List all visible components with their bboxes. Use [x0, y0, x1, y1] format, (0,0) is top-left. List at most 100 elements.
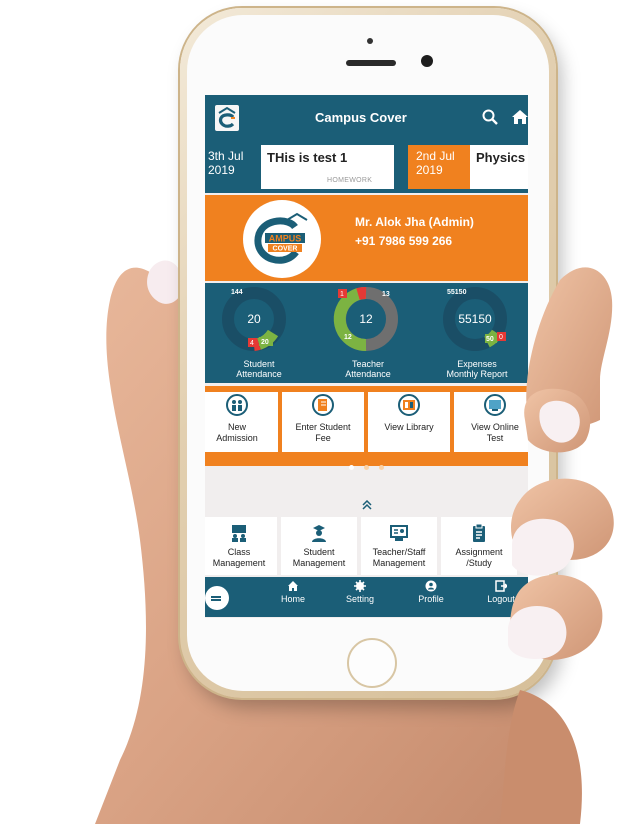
home-icon[interactable]: [510, 107, 528, 127]
search-icon[interactable]: [481, 108, 499, 126]
carousel-dot[interactable]: [379, 465, 385, 470]
quick-action-label: View Online Test: [454, 422, 528, 444]
assignment-study-button[interactable]: Assignment /Study: [441, 517, 517, 575]
app-logo-icon[interactable]: [215, 105, 239, 131]
stat-top-badge: 55150: [447, 289, 467, 296]
notice-tag: HOMEWORK: [327, 177, 373, 184]
notice-date-day: 3th Jul: [208, 149, 244, 163]
module-text: Management: [292, 558, 346, 568]
notice-date: 2nd Jul 2019: [408, 145, 470, 189]
notice-title: Physics: [476, 150, 526, 165]
stat-center-value: 20: [247, 312, 261, 326]
earpiece-speaker: [346, 60, 396, 66]
carousel-dot[interactable]: [364, 465, 369, 470]
stat-top-badge: 13: [382, 291, 390, 298]
enter-student-fee-button[interactable]: Enter Student Fee: [282, 392, 364, 452]
fee-icon: [312, 394, 334, 416]
notice-title: THis is test 1: [267, 150, 348, 165]
assignment-icon: [473, 523, 485, 542]
stat-red-badge: 0: [499, 334, 503, 341]
quick-action-text: Admission: [216, 433, 258, 443]
quick-action-label: Enter Student Fee: [282, 422, 364, 444]
student-icon: [312, 525, 326, 542]
module-text: Management: [372, 558, 426, 568]
logo-text-bottom: COVER: [273, 246, 298, 253]
nav-home[interactable]: Home: [263, 580, 323, 604]
admin-phone: +91 7986 599 266: [355, 234, 453, 248]
stat-student-attendance[interactable]: 20 144 4 20 Student Attendance: [209, 283, 309, 383]
app-title: Campus Cover: [315, 110, 407, 125]
nav-profile[interactable]: Profile: [401, 580, 461, 604]
admin-name: Mr. Alok Jha (Admin): [355, 215, 474, 229]
notice-card[interactable]: THis is test 1 HOMEWORK: [261, 145, 394, 189]
chevron-up-icon[interactable]: [361, 500, 373, 510]
class-management-button[interactable]: Class Management: [205, 517, 277, 575]
nav-label: Profile: [418, 594, 444, 604]
notice-date: 3th Jul 2019: [205, 145, 261, 189]
nav-logout[interactable]: Logout: [471, 580, 528, 604]
library-icon: [398, 394, 420, 416]
profile-icon: [425, 580, 437, 592]
nav-label: Logout: [487, 594, 515, 604]
quick-action-text: View Online: [471, 422, 519, 432]
stat-label: Student Attendance: [209, 359, 309, 379]
menu-button[interactable]: [205, 586, 229, 610]
stats-panel: 20 144 4 20 Student Attendance 12 1 13 1…: [205, 283, 528, 383]
app-screen: Campus Cover 3th Jul 2019 THis is test 1…: [205, 95, 528, 618]
module-text: Teacher/Staff: [372, 547, 426, 557]
teacher-staff-management-button[interactable]: Teacher/Staff Management: [361, 517, 437, 575]
carousel-dot[interactable]: [348, 465, 354, 470]
teacher-icon: [390, 525, 408, 541]
notice-strip: 3th Jul 2019 THis is test 1 HOMEWORK 2nd…: [205, 141, 528, 193]
stat-center-value: 55150: [458, 312, 492, 326]
student-management-button[interactable]: Student Management: [281, 517, 357, 575]
quick-action-text: Enter Student: [295, 422, 351, 432]
nav-setting[interactable]: Setting: [330, 580, 390, 604]
front-sensor: [367, 38, 373, 44]
admission-icon: [226, 394, 248, 416]
home-hardware-button[interactable]: [347, 638, 397, 688]
online-test-icon: [484, 394, 506, 416]
stat-expenses-report[interactable]: 55150 55150 50 0 Expenses Monthly Report: [427, 283, 527, 383]
stat-label-line: Teacher: [351, 359, 385, 369]
view-online-test-button[interactable]: View Online Test: [454, 392, 528, 452]
gear-icon: [354, 580, 366, 592]
module-text: Management: [212, 558, 266, 568]
stat-center-value: 12: [359, 312, 373, 326]
quick-action-label: View Library: [368, 422, 450, 433]
stat-top-badge: 144: [231, 289, 243, 296]
stat-label-line: Attendance: [345, 369, 391, 379]
new-admission-button[interactable]: New Admission: [205, 392, 278, 452]
stat-red-badge: 4: [250, 340, 254, 347]
module-grid: Class Management Student Management Teac…: [205, 517, 528, 577]
stat-label: Expenses Monthly Report: [427, 359, 527, 379]
module-label: Teacher/Staff Management: [361, 547, 437, 569]
carousel-dots: [205, 457, 528, 475]
quick-action-label: New Admission: [205, 422, 278, 444]
quick-actions: New Admission Enter Student Fee View Lib…: [205, 386, 528, 470]
class-icon: [232, 525, 246, 542]
notice-card[interactable]: Physics: [470, 145, 528, 189]
menu-icon: [211, 596, 221, 598]
quick-action-text: Fee: [315, 433, 331, 443]
module-text: /Study: [466, 558, 492, 568]
view-library-button[interactable]: View Library: [368, 392, 450, 452]
nav-label: Home: [280, 594, 305, 604]
stat-red-badge: 1: [340, 291, 344, 298]
stat-label-line: Monthly Report: [446, 369, 508, 379]
stat-label: Teacher Attendance: [318, 359, 418, 379]
profile-banner: AMPUS COVER Mr. Alok Jha (Admin) +91 798…: [205, 195, 528, 281]
module-label: Student Management: [281, 547, 357, 569]
module-label: Class Management: [205, 547, 277, 569]
module-text: Assignment: [455, 547, 503, 557]
school-logo: AMPUS COVER: [243, 200, 321, 278]
quick-action-text: Test: [486, 433, 504, 443]
logo-text-top: AMPUS: [269, 234, 302, 244]
stat-label-line: Expenses: [457, 359, 497, 369]
stat-teacher-attendance[interactable]: 12 1 13 12 Teacher Attendance: [318, 283, 418, 383]
app-bar: Campus Cover: [205, 95, 528, 141]
front-camera: [421, 55, 433, 67]
stat-green-badge: 50: [486, 336, 494, 343]
stat-label-line: Student: [243, 359, 275, 369]
module-text: Student: [303, 547, 335, 557]
